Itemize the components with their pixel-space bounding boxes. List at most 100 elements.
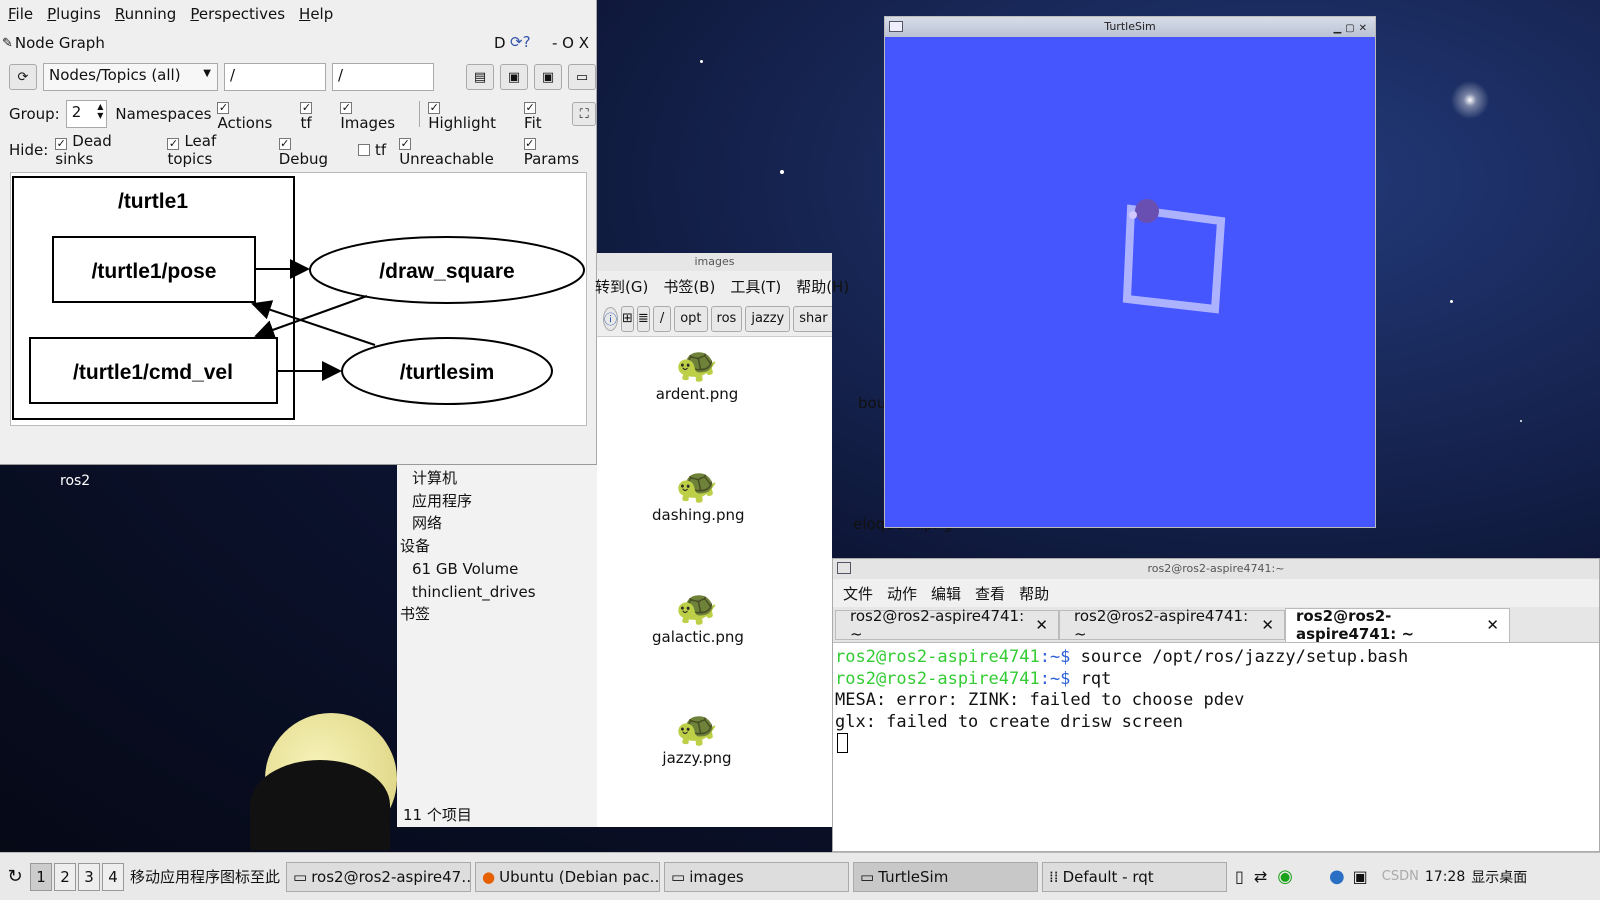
- topic-pose-label: /turtle1/pose: [92, 260, 217, 283]
- fm-menu-goto[interactable]: 转到(G): [595, 276, 648, 297]
- window-controls-icon[interactable]: ▁▢✕: [1333, 19, 1371, 39]
- path-opt[interactable]: opt: [674, 305, 708, 332]
- status-circle-icon[interactable]: ◉: [1277, 866, 1293, 887]
- node-draw-square-label: /draw_square: [379, 260, 514, 283]
- chevron-down-icon: ▼: [203, 68, 211, 79]
- term-menu-view[interactable]: 查看: [975, 583, 1005, 604]
- sidebar-item-volume[interactable]: 61 GB Volume: [412, 558, 597, 581]
- plugin-window-controls[interactable]: - O X: [552, 34, 589, 52]
- transfer-icon[interactable]: ⇄: [1254, 867, 1267, 886]
- workspace-3[interactable]: 3: [78, 862, 100, 891]
- display-icon[interactable]: ▣: [1353, 867, 1368, 886]
- tab-terminal-3-active[interactable]: ros2@ros2-aspire4741: ~ ✕: [1285, 607, 1510, 643]
- file-item[interactable]: 🐢 galactic.png: [652, 588, 744, 646]
- show-desktop-button[interactable]: 显示桌面: [1471, 867, 1527, 887]
- file-item[interactable]: 🐢 jazzy.png: [652, 709, 742, 767]
- terminal-output[interactable]: ros2@ros2-aspire4741:~$ source /opt/ros/…: [833, 643, 1599, 753]
- save-svg-icon[interactable]: ▣: [534, 64, 562, 90]
- trail-path: [1122, 204, 1226, 314]
- group-value: 2: [71, 103, 82, 121]
- hide-item-label: Unreachable: [399, 150, 494, 168]
- network-globe-icon[interactable]: ●: [1329, 866, 1345, 887]
- desktop-icon-label[interactable]: ros2: [60, 473, 90, 489]
- tf-checkbox[interactable]: ✓tf: [300, 96, 328, 132]
- tab-terminal-2[interactable]: ros2@ros2-aspire4741: ~ ✕: [1059, 607, 1285, 643]
- save-image-icon[interactable]: ▭: [568, 64, 596, 90]
- file-item[interactable]: 🐢 ardent.png: [652, 345, 742, 403]
- fit-in-view-icon[interactable]: ⛶: [572, 102, 596, 126]
- save-dot-icon[interactable]: ▣: [500, 64, 528, 90]
- hide-dead-sinks[interactable]: ✓ Dead sinks: [55, 132, 154, 168]
- topic-filter-input[interactable]: /: [332, 63, 434, 91]
- fm-menu-bookmarks[interactable]: 书签(B): [663, 276, 715, 297]
- hide-leaf-topics[interactable]: ✓ Leaf topics: [167, 132, 265, 168]
- clock[interactable]: 17:28: [1425, 869, 1465, 885]
- sidebar-item-thinclient[interactable]: thinclient_drives: [412, 581, 597, 604]
- task-rqt[interactable]: ⁞⁞ Default - rqt: [1042, 861, 1228, 892]
- menu-running[interactable]: Running: [115, 5, 176, 23]
- prompt-user: ros2@ros2-aspire4741: [835, 668, 1040, 689]
- list-view-icon[interactable]: ≣: [636, 305, 650, 332]
- node-graph-canvas[interactable]: /turtle1 /turtle1/pose /turtle1/cmd_vel …: [10, 172, 587, 426]
- load-dot-icon[interactable]: ▤: [466, 64, 494, 90]
- close-icon[interactable]: ✕: [1486, 616, 1499, 634]
- file-name-partial[interactable]: bou: [858, 394, 886, 412]
- plugin-dock-button[interactable]: D: [494, 34, 506, 52]
- sidebar-item-apps[interactable]: 应用程序: [412, 490, 597, 513]
- tab-terminal-1[interactable]: ros2@ros2-aspire4741: ~ ✕: [835, 607, 1059, 643]
- icon-view-icon[interactable]: ⊞: [621, 305, 634, 332]
- close-icon[interactable]: ✕: [1261, 616, 1274, 634]
- group-spinbox[interactable]: 2 ▲ ▼: [65, 100, 108, 128]
- app-menu-icon[interactable]: ↻: [0, 866, 30, 887]
- cluster-label: /turtle1: [118, 190, 188, 213]
- path-share[interactable]: shar: [793, 305, 832, 332]
- task-terminal[interactable]: ▭ ros2@ros2-aspire47…: [286, 861, 472, 892]
- actions-checkbox[interactable]: ✓Actions: [217, 96, 288, 132]
- folder-icon: ▭: [671, 867, 686, 886]
- fm-menu-tools[interactable]: 工具(T): [730, 276, 781, 297]
- hide-debug[interactable]: ✓Debug: [278, 132, 345, 168]
- sidebar-item-computer[interactable]: 计算机: [412, 467, 597, 490]
- close-icon[interactable]: ✕: [1035, 616, 1048, 634]
- window-menu-icon[interactable]: [837, 562, 851, 574]
- hide-tf[interactable]: tf: [358, 141, 386, 159]
- menu-file[interactable]: File: [8, 5, 33, 23]
- task-firefox[interactable]: ● Ubuntu (Debian pac…: [475, 861, 661, 892]
- term-menu-file[interactable]: 文件: [843, 583, 873, 604]
- workspace-1[interactable]: 1: [30, 862, 52, 891]
- command-line: source /opt/ros/jazzy/setup.bash: [1070, 647, 1409, 667]
- workspace-4[interactable]: 4: [102, 862, 124, 891]
- reload-icon[interactable]: ⟳?: [510, 33, 531, 51]
- term-menu-edit[interactable]: 编辑: [931, 583, 961, 604]
- images-checkbox[interactable]: ✓Images: [340, 96, 411, 132]
- menu-help[interactable]: Help: [299, 5, 333, 23]
- namespace-filter-input[interactable]: /: [224, 63, 326, 91]
- term-menu-action[interactable]: 动作: [887, 583, 917, 604]
- workspace-2[interactable]: 2: [54, 862, 76, 891]
- hide-unreachable[interactable]: ✓Unreachable: [399, 132, 511, 168]
- fm-toolbar: ⓘ ⊞ ≣ / opt ros jazzy shar: [597, 301, 832, 337]
- refresh-icon[interactable]: ⟳: [9, 64, 37, 90]
- menu-plugins[interactable]: Plugins: [47, 5, 101, 23]
- spin-arrows-icon[interactable]: ▲ ▼: [97, 102, 103, 120]
- path-ros[interactable]: ros: [710, 305, 743, 332]
- taskbar: ↻ 1 2 3 4 移动应用程序图标至此 ▭ ros2@ros2-aspire47…: [0, 852, 1600, 900]
- highlight-checkbox[interactable]: ✓Highlight: [428, 96, 512, 132]
- info-icon[interactable]: ⓘ: [603, 306, 619, 331]
- graph-toolbar: ⟳ Nodes/Topics (all) ▼ / / ▤ ▣ ▣ ▭: [0, 58, 596, 96]
- term-menu-help[interactable]: 帮助: [1019, 583, 1049, 604]
- task-images[interactable]: ▭ images: [664, 861, 850, 892]
- sidebar-item-network[interactable]: 网络: [412, 512, 597, 535]
- hide-params[interactable]: ✓Params: [523, 132, 596, 168]
- file-item[interactable]: 🐢 dashing.png: [652, 466, 745, 524]
- task-turtlesim[interactable]: ▭ TurtleSim: [853, 861, 1039, 892]
- sidebar-heading-bookmarks: 书签: [400, 605, 431, 624]
- window-menu-icon[interactable]: [889, 21, 903, 32]
- clipboard-icon[interactable]: ▯: [1235, 867, 1244, 886]
- fm-menu-help[interactable]: 帮助(H): [796, 276, 849, 297]
- filter-mode-select[interactable]: Nodes/Topics (all) ▼: [43, 63, 218, 91]
- path-jazzy[interactable]: jazzy: [745, 305, 791, 332]
- path-root[interactable]: /: [652, 305, 672, 332]
- menu-perspectives[interactable]: Perspectives: [190, 5, 285, 23]
- fit-checkbox[interactable]: ✓Fit: [524, 96, 558, 132]
